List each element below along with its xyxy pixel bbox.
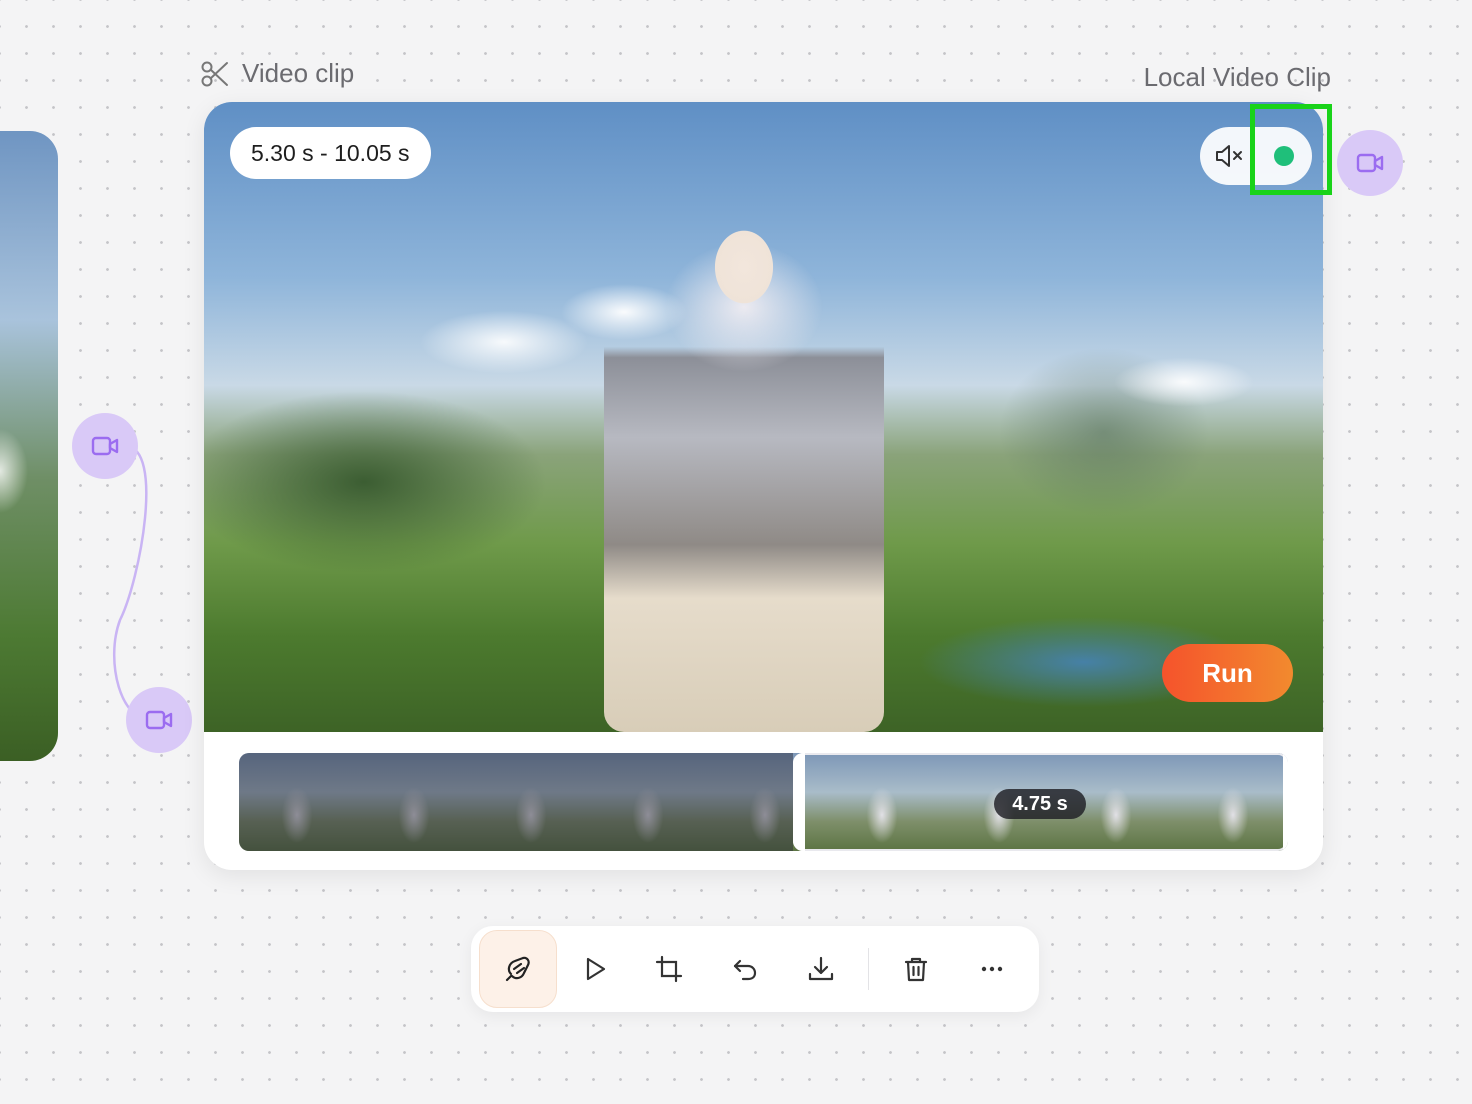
selection-duration-badge: 4.75 s	[994, 789, 1086, 819]
highlight-box	[1250, 104, 1332, 195]
preview-subject	[604, 197, 884, 732]
time-range-badge: 5.30 s - 10.05 s	[230, 127, 431, 179]
toolbar-divider	[868, 948, 869, 990]
speaker-muted-icon	[1216, 145, 1242, 167]
magic-edit-icon	[505, 956, 530, 982]
video-camera-icon	[1356, 153, 1384, 173]
trim-handle-left[interactable]	[793, 753, 805, 851]
play-icon	[586, 957, 606, 981]
run-button[interactable]: Run	[1162, 644, 1293, 702]
crop-icon	[655, 955, 683, 983]
node-toolbar	[471, 926, 1039, 1012]
video-clip-card: 5.30 s - 10.05 s Run 4.75 s	[204, 102, 1323, 870]
trim-handle-right[interactable]	[1283, 753, 1288, 851]
undo-icon	[733, 959, 757, 981]
scissors-icon	[201, 61, 228, 86]
video-preview[interactable]	[204, 102, 1323, 732]
mute-button[interactable]	[1212, 139, 1246, 173]
more-button[interactable]	[961, 938, 1023, 1000]
magic-edit-button[interactable]	[479, 930, 557, 1008]
input-video-port[interactable]	[126, 687, 192, 753]
previous-video-card[interactable]	[0, 131, 58, 761]
output-video-port[interactable]	[72, 413, 138, 479]
undo-button[interactable]	[714, 938, 776, 1000]
download-icon	[808, 956, 834, 981]
delete-button[interactable]	[885, 938, 947, 1000]
output-video-port[interactable]	[1337, 130, 1403, 196]
crop-button[interactable]	[638, 938, 700, 1000]
node-type-label: Local Video Clip	[1143, 62, 1331, 92]
more-icon	[981, 966, 1003, 972]
download-button[interactable]	[790, 938, 852, 1000]
node-title: Video clip	[200, 58, 354, 89]
video-camera-icon	[145, 710, 173, 730]
video-camera-icon	[91, 436, 119, 456]
trash-icon	[904, 957, 928, 982]
timeline-unselected-overlay	[239, 753, 793, 851]
run-button-label: Run	[1202, 657, 1253, 688]
timeline-strip[interactable]: 4.75 s	[239, 753, 1288, 851]
node-title-label: Video clip	[242, 58, 355, 88]
play-button[interactable]	[564, 938, 626, 1000]
